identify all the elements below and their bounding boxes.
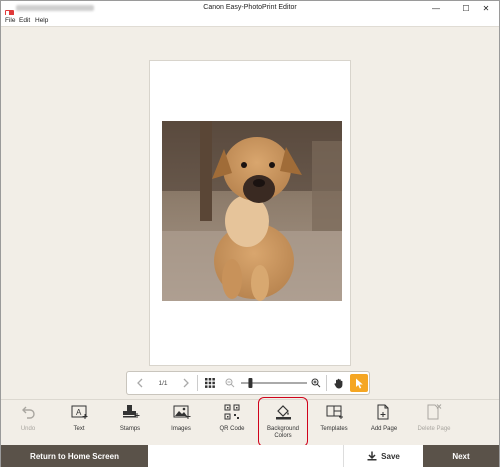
delete-page-button[interactable]: Delete Page: [411, 400, 457, 444]
add-page-label: Add Page: [370, 426, 398, 432]
images-button[interactable]: Images: [158, 400, 204, 444]
save-label: Save: [381, 451, 400, 461]
undo-icon: [22, 406, 35, 419]
title-bar: Canon Easy-PhotoPrint Editor — ☐ ✕: [1, 1, 500, 16]
images-label: Images: [171, 426, 191, 432]
menu-bar: File Edit Help: [1, 15, 499, 27]
page-zoom-bar: 1/1: [126, 371, 370, 395]
chevron-right-icon: [183, 378, 189, 388]
prev-page-button[interactable]: [131, 372, 149, 394]
background-colors-highlight: [258, 397, 308, 447]
zoom-out-button[interactable]: [223, 372, 237, 394]
menu-help[interactable]: Help: [35, 16, 48, 26]
text-button[interactable]: A Text: [56, 400, 102, 444]
chevron-left-icon: [137, 378, 143, 388]
return-to-home-button[interactable]: Return to Home Screen: [1, 445, 148, 467]
zoom-slider[interactable]: [239, 372, 309, 394]
templates-button[interactable]: Templates: [311, 400, 357, 444]
stamps-button[interactable]: Stamps: [107, 400, 153, 444]
qr-code-button[interactable]: QR Code: [209, 400, 255, 444]
zoom-in-button[interactable]: [309, 372, 323, 394]
editing-canvas: 1/1: [1, 27, 499, 397]
next-button[interactable]: Next: [423, 445, 499, 467]
bottom-bar: Return to Home Screen Save Next: [1, 445, 499, 467]
page-indicator: 1/1: [158, 379, 168, 387]
qr-code-icon: [224, 404, 240, 420]
close-button[interactable]: ✕: [471, 1, 500, 15]
menu-edit[interactable]: Edit: [19, 16, 30, 26]
zoom-in-icon: [311, 378, 321, 388]
hand-icon: [334, 378, 343, 388]
templates-label: Templates: [320, 426, 348, 432]
grid-icon: [205, 378, 215, 388]
minimize-button[interactable]: —: [421, 1, 451, 15]
app-window: Canon Easy-PhotoPrint Editor — ☐ ✕ File …: [0, 0, 500, 467]
menu-file[interactable]: File: [5, 16, 15, 26]
undo-label: Undo: [20, 426, 36, 432]
divider: [197, 375, 198, 391]
divider: [326, 375, 327, 391]
grid-view-button[interactable]: [201, 372, 219, 394]
add-page-button[interactable]: Add Page: [361, 400, 407, 444]
save-button[interactable]: Save: [343, 445, 423, 467]
text-label: Text: [73, 426, 85, 432]
stamp-icon: [123, 405, 140, 418]
add-page-icon: [377, 404, 389, 420]
stamps-label: Stamps: [119, 426, 141, 432]
text-icon: A: [71, 405, 88, 419]
undo-button[interactable]: Undo: [5, 400, 51, 444]
download-icon: [367, 451, 377, 461]
delete-page-icon: [427, 404, 442, 420]
zoom-slider-thumb[interactable]: [248, 378, 253, 388]
templates-icon: [326, 405, 343, 419]
select-tool-button[interactable]: [350, 374, 368, 392]
images-icon: [173, 405, 191, 419]
zoom-out-icon: [225, 378, 235, 388]
qr-code-label: QR Code: [219, 426, 245, 432]
next-page-button[interactable]: [177, 372, 195, 394]
hand-tool-button[interactable]: [330, 372, 348, 394]
edit-toolbar: Undo A Text Stamps Images QR Code Backgr…: [1, 399, 499, 445]
print-page[interactable]: [149, 60, 351, 366]
dog-photo[interactable]: [162, 121, 342, 301]
cursor-arrow-icon: [355, 378, 363, 388]
delete-page-label: Delete Page: [417, 426, 451, 432]
svg-text:A: A: [76, 408, 82, 417]
